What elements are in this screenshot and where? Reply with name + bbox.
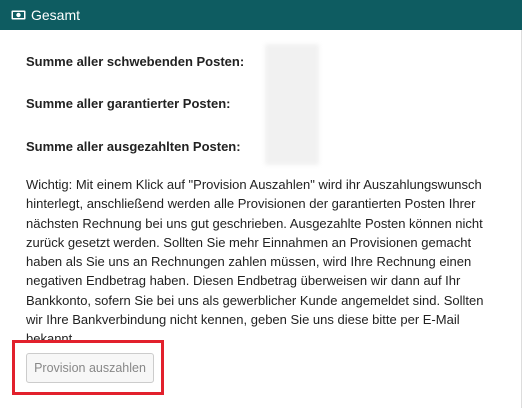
panel-title: Gesamt xyxy=(31,7,81,23)
panel-header: Gesamt xyxy=(0,0,522,30)
paid-sum-label: Summe aller ausgezahlten Posten: xyxy=(26,139,241,154)
pending-sum-label: Summe aller schwebenden Posten: xyxy=(26,54,245,69)
payout-button[interactable]: Provision auszahlen xyxy=(26,353,154,383)
payout-notice-text: Wichtig: Mit einem Klick auf "Provision … xyxy=(26,177,484,347)
guaranteed-sum-label: Summe aller garantierter Posten: xyxy=(26,96,231,111)
money-bill-icon xyxy=(11,10,26,20)
redacted-sum-values xyxy=(265,44,319,165)
